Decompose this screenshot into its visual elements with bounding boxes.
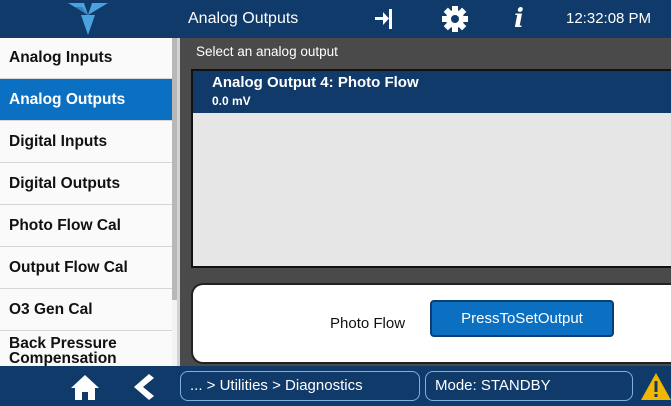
menu-item-o3-gen-cal[interactable]: O3 Gen Cal xyxy=(0,289,172,331)
menu-item-digital-inputs[interactable]: Digital Inputs xyxy=(0,121,172,163)
page-title: Analog Outputs xyxy=(188,10,299,27)
menu-item-output-flow-cal[interactable]: Output Flow Cal xyxy=(0,247,172,289)
set-output-panel: Photo Flow PressToSetOutput xyxy=(191,283,671,364)
menu-item-back-pressure-compensation[interactable]: Back Pressure Compensation xyxy=(0,331,172,366)
top-bar: Analog Outputs i 12:32:08 PM xyxy=(0,0,671,38)
side-menu: Analog Inputs Analog Outputs Digital Inp… xyxy=(0,38,177,366)
back-icon[interactable] xyxy=(130,373,156,401)
mode-status: Mode: STANDBY xyxy=(425,371,633,401)
output-value: 0.0 mV xyxy=(212,94,251,108)
exit-icon[interactable] xyxy=(372,6,398,32)
main-content: Select an analog output Analog Output 4:… xyxy=(180,38,671,366)
menu-item-analog-outputs[interactable]: Analog Outputs xyxy=(0,79,172,121)
menu-item-digital-outputs[interactable]: Digital Outputs xyxy=(0,163,172,205)
menu-item-analog-inputs[interactable]: Analog Inputs xyxy=(0,38,172,79)
gear-icon[interactable] xyxy=(441,5,469,33)
press-to-set-output-button[interactable]: PressToSetOutput xyxy=(430,300,614,337)
home-icon[interactable] xyxy=(70,373,100,401)
clock: 12:32:08 PM xyxy=(566,10,652,27)
warning-icon[interactable] xyxy=(640,372,671,402)
breadcrumb[interactable]: ... > Utilities > Diagnostics xyxy=(180,371,420,401)
output-name: Analog Output 4: Photo Flow xyxy=(212,74,419,91)
panel-label: Photo Flow xyxy=(330,315,406,332)
bottom-bar: ... > Utilities > Diagnostics Mode: STAN… xyxy=(0,366,671,406)
info-icon[interactable]: i xyxy=(510,3,528,35)
list-item-selected[interactable]: Analog Output 4: Photo Flow 0.0 mV xyxy=(193,71,671,113)
analog-output-list: Analog Output 4: Photo Flow 0.0 mV xyxy=(191,69,671,268)
menu-item-photo-flow-cal[interactable]: Photo Flow Cal xyxy=(0,205,172,247)
teledyne-logo xyxy=(0,0,180,38)
list-header: Select an analog output xyxy=(196,44,338,59)
